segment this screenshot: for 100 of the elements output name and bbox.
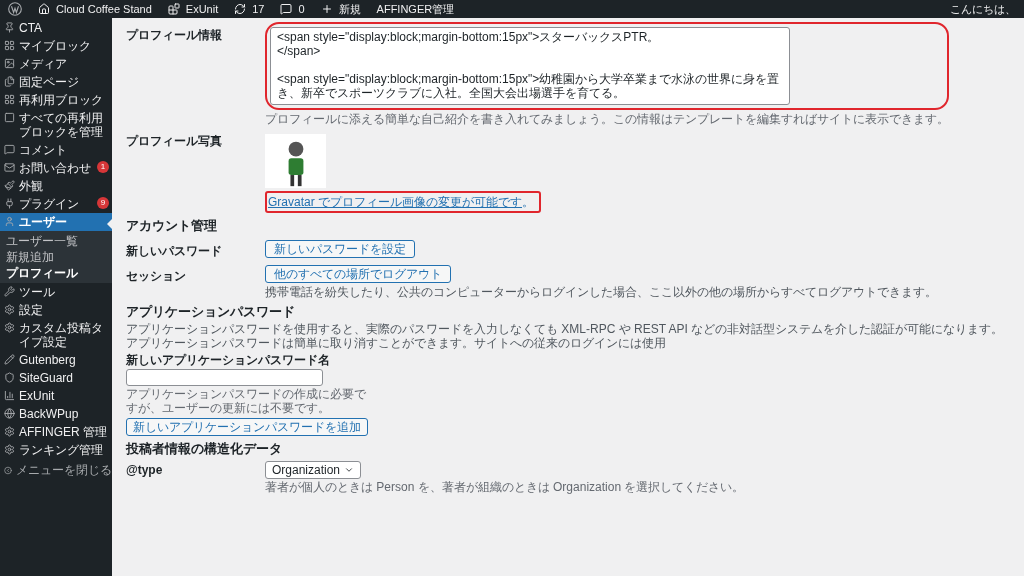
grid-icon — [4, 40, 15, 51]
submenu-item[interactable]: プロフィール — [0, 265, 112, 281]
sidebar-item[interactable]: CTA — [0, 19, 112, 37]
sidebar-label: コメント — [19, 143, 68, 157]
comment-icon — [280, 3, 293, 15]
admin-bar-item[interactable]: 17 — [234, 0, 265, 18]
refresh-icon — [234, 3, 247, 15]
admin-bar-item[interactable]: Cloud Coffee Stand — [38, 0, 152, 18]
gravatar-note: Gravatar でプロフィール画像の変更が可能です。 — [268, 195, 535, 209]
blocks-icon — [167, 3, 180, 15]
brush-icon — [4, 180, 15, 191]
field-description: アプリケーションパスワードの作成に必要ですが、ユーザーの更新には不要です。 — [126, 387, 367, 415]
gravatar-link[interactable]: Gravatar でプロフィール画像の変更が可能です — [268, 195, 522, 209]
field-description: 著者が個人のときは Person を、著者が組織のときは Organization を選択してください。 — [265, 480, 745, 494]
sidebar-item[interactable]: 設定 — [0, 301, 112, 319]
grid-icon — [4, 94, 15, 105]
user-icon — [4, 216, 15, 227]
bio-textarea[interactable]: <span style="display:block;margin-bottom:15px">スターバックスPTR。 </span> <span style="display:block;margin-bottom:15px">幼稚園から大学卒業まで水泳の世界に身を置き、新卒でスポーツクラブに入社。全国大会出場選手を育てる。 — [270, 27, 790, 105]
pencil-icon — [4, 354, 15, 365]
sidebar-label: ランキング管理 — [19, 443, 104, 457]
field-label: 新しいパスワード — [126, 243, 223, 258]
pin-icon — [4, 22, 15, 33]
submenu-item[interactable]: ユーザー一覧 — [0, 233, 112, 249]
mail-icon — [4, 162, 15, 173]
section-heading: 投稿者情報の構造化データ — [126, 442, 283, 456]
sidebar-item[interactable]: 固定ページ — [0, 73, 112, 91]
sidebar-item[interactable]: プラグイン 9 — [0, 195, 112, 213]
field-label: プロフィール情報 — [126, 27, 223, 44]
comment-icon — [4, 144, 15, 155]
field-label: 新しいアプリケーションパスワード名 — [126, 353, 330, 367]
plus-icon — [320, 3, 333, 15]
app-password-name-field[interactable] — [126, 369, 323, 386]
admin-bar-item[interactable]: ExUnit — [167, 0, 219, 18]
sidebar-label: ユーザー — [19, 215, 68, 229]
sidebar-label: プラグイン — [19, 197, 80, 211]
sidebar-item[interactable]: マイブロック — [0, 37, 112, 55]
sidebar-label: BackWPup — [19, 407, 80, 421]
sidebar-label: 外観 — [19, 179, 44, 193]
sidebar-item[interactable]: AFFINGER 管理 — [0, 423, 112, 441]
section-description: アプリケーションパスワードを使用すると、実際のパスワードを入力しなくても XML-RPC や REST API などの非対話型システムを介した認証が可能になります。アプリケーションパスワードは簡単に取り消すことができます。サイトへの従来のログインには使用 — [126, 322, 1005, 350]
section-heading: アカウント管理 — [126, 219, 218, 233]
settings-icon — [4, 304, 15, 315]
sidebar-label: Gutenberg — [19, 353, 77, 367]
secondary-button[interactable]: 他のすべての場所でログアウト — [265, 265, 451, 283]
count-badge: 9 — [97, 197, 109, 209]
sidebar-item[interactable]: メディア — [0, 55, 112, 73]
settings-icon — [4, 444, 15, 455]
field-label: プロフィール写真 — [126, 134, 223, 150]
sidebar-item[interactable]: BackWPup — [0, 405, 112, 423]
sidebar-label: SiteGuard — [19, 371, 75, 385]
sidebar-item[interactable]: 外観 — [0, 177, 112, 195]
sidebar-label: CTA — [19, 21, 44, 35]
admin-bar-label: 0 — [298, 1, 305, 17]
plug-icon — [4, 198, 15, 209]
admin-bar-item[interactable] — [8, 2, 22, 16]
pages-icon — [4, 76, 15, 87]
chevron-down-icon — [344, 465, 355, 475]
add-app-password-button[interactable]: 新しいアプリケーションパスワードを追加 — [126, 418, 368, 436]
admin-bar-label: Cloud Coffee Stand — [56, 1, 152, 17]
wrench-icon — [4, 286, 15, 297]
sidebar-item[interactable]: お問い合わせ 1 — [0, 159, 112, 177]
sidebar-item[interactable]: 再利用ブロック — [0, 91, 112, 109]
field-label: セッション — [126, 268, 187, 285]
admin-bar-item[interactable]: 0 — [280, 0, 305, 18]
type-select[interactable]: Organization — [265, 461, 362, 479]
admin-bar-item[interactable]: AFFINGER管理 — [376, 0, 455, 18]
sidebar-item[interactable]: ユーザー — [0, 213, 112, 231]
collapse-icon — [4, 464, 12, 476]
shield-icon — [4, 372, 15, 383]
sidebar-item[interactable]: ランキング管理 — [0, 441, 112, 459]
field-description: 携帯電話を紛失したり、公共のコンピューターからログインした場合、ここ以外の他の場所からすべてログアウトできます。 — [265, 285, 937, 299]
sidebar-label: カスタム投稿タイプ設定 — [19, 321, 104, 349]
section-heading: アプリケーションパスワード — [126, 305, 296, 319]
sidebar-label: 設定 — [19, 303, 44, 317]
secondary-button[interactable]: 新しいパスワードを設定 — [265, 240, 415, 258]
sidebar-item[interactable]: SiteGuard — [0, 369, 112, 387]
collapse-menu-button[interactable]: メニューを閉じる — [0, 459, 112, 481]
submenu-item[interactable]: 新規追加 — [0, 249, 112, 265]
media-icon — [4, 58, 15, 69]
sidebar-item[interactable]: ExUnit — [0, 387, 112, 405]
wordpress-logo-icon — [8, 2, 22, 16]
admin-bar-item[interactable]: 新規 — [320, 0, 361, 18]
sidebar-label: 固定ページ — [19, 75, 80, 89]
field-label: @type — [126, 463, 164, 477]
sidebar-item[interactable]: ツール — [0, 283, 112, 301]
field-description: プロフィールに添える簡単な自己紹介を書き入れてみましょう。この情報はテンプレートを編集すればサイトに表示できます。 — [265, 112, 949, 126]
globe-icon — [4, 408, 15, 419]
greeting-text[interactable]: こんにちは、 — [950, 0, 1016, 18]
avatar-drawing — [265, 134, 326, 188]
sidebar-item[interactable]: カスタム投稿タイプ設定 — [0, 319, 112, 351]
sidebar-item[interactable]: コメント — [0, 141, 112, 159]
admin-bar-label: 新規 — [338, 1, 361, 17]
admin-bar-label: ExUnit — [185, 1, 219, 17]
sidebar-label: 再利用ブロック — [19, 93, 104, 107]
sidebar-item[interactable]: Gutenberg — [0, 351, 112, 369]
square-icon — [4, 112, 15, 123]
count-badge: 1 — [97, 161, 109, 173]
sidebar-label: マイブロック — [19, 39, 92, 53]
settings-icon — [4, 426, 15, 437]
sidebar-item[interactable]: すべての再利用ブロックを管理 — [0, 109, 112, 141]
